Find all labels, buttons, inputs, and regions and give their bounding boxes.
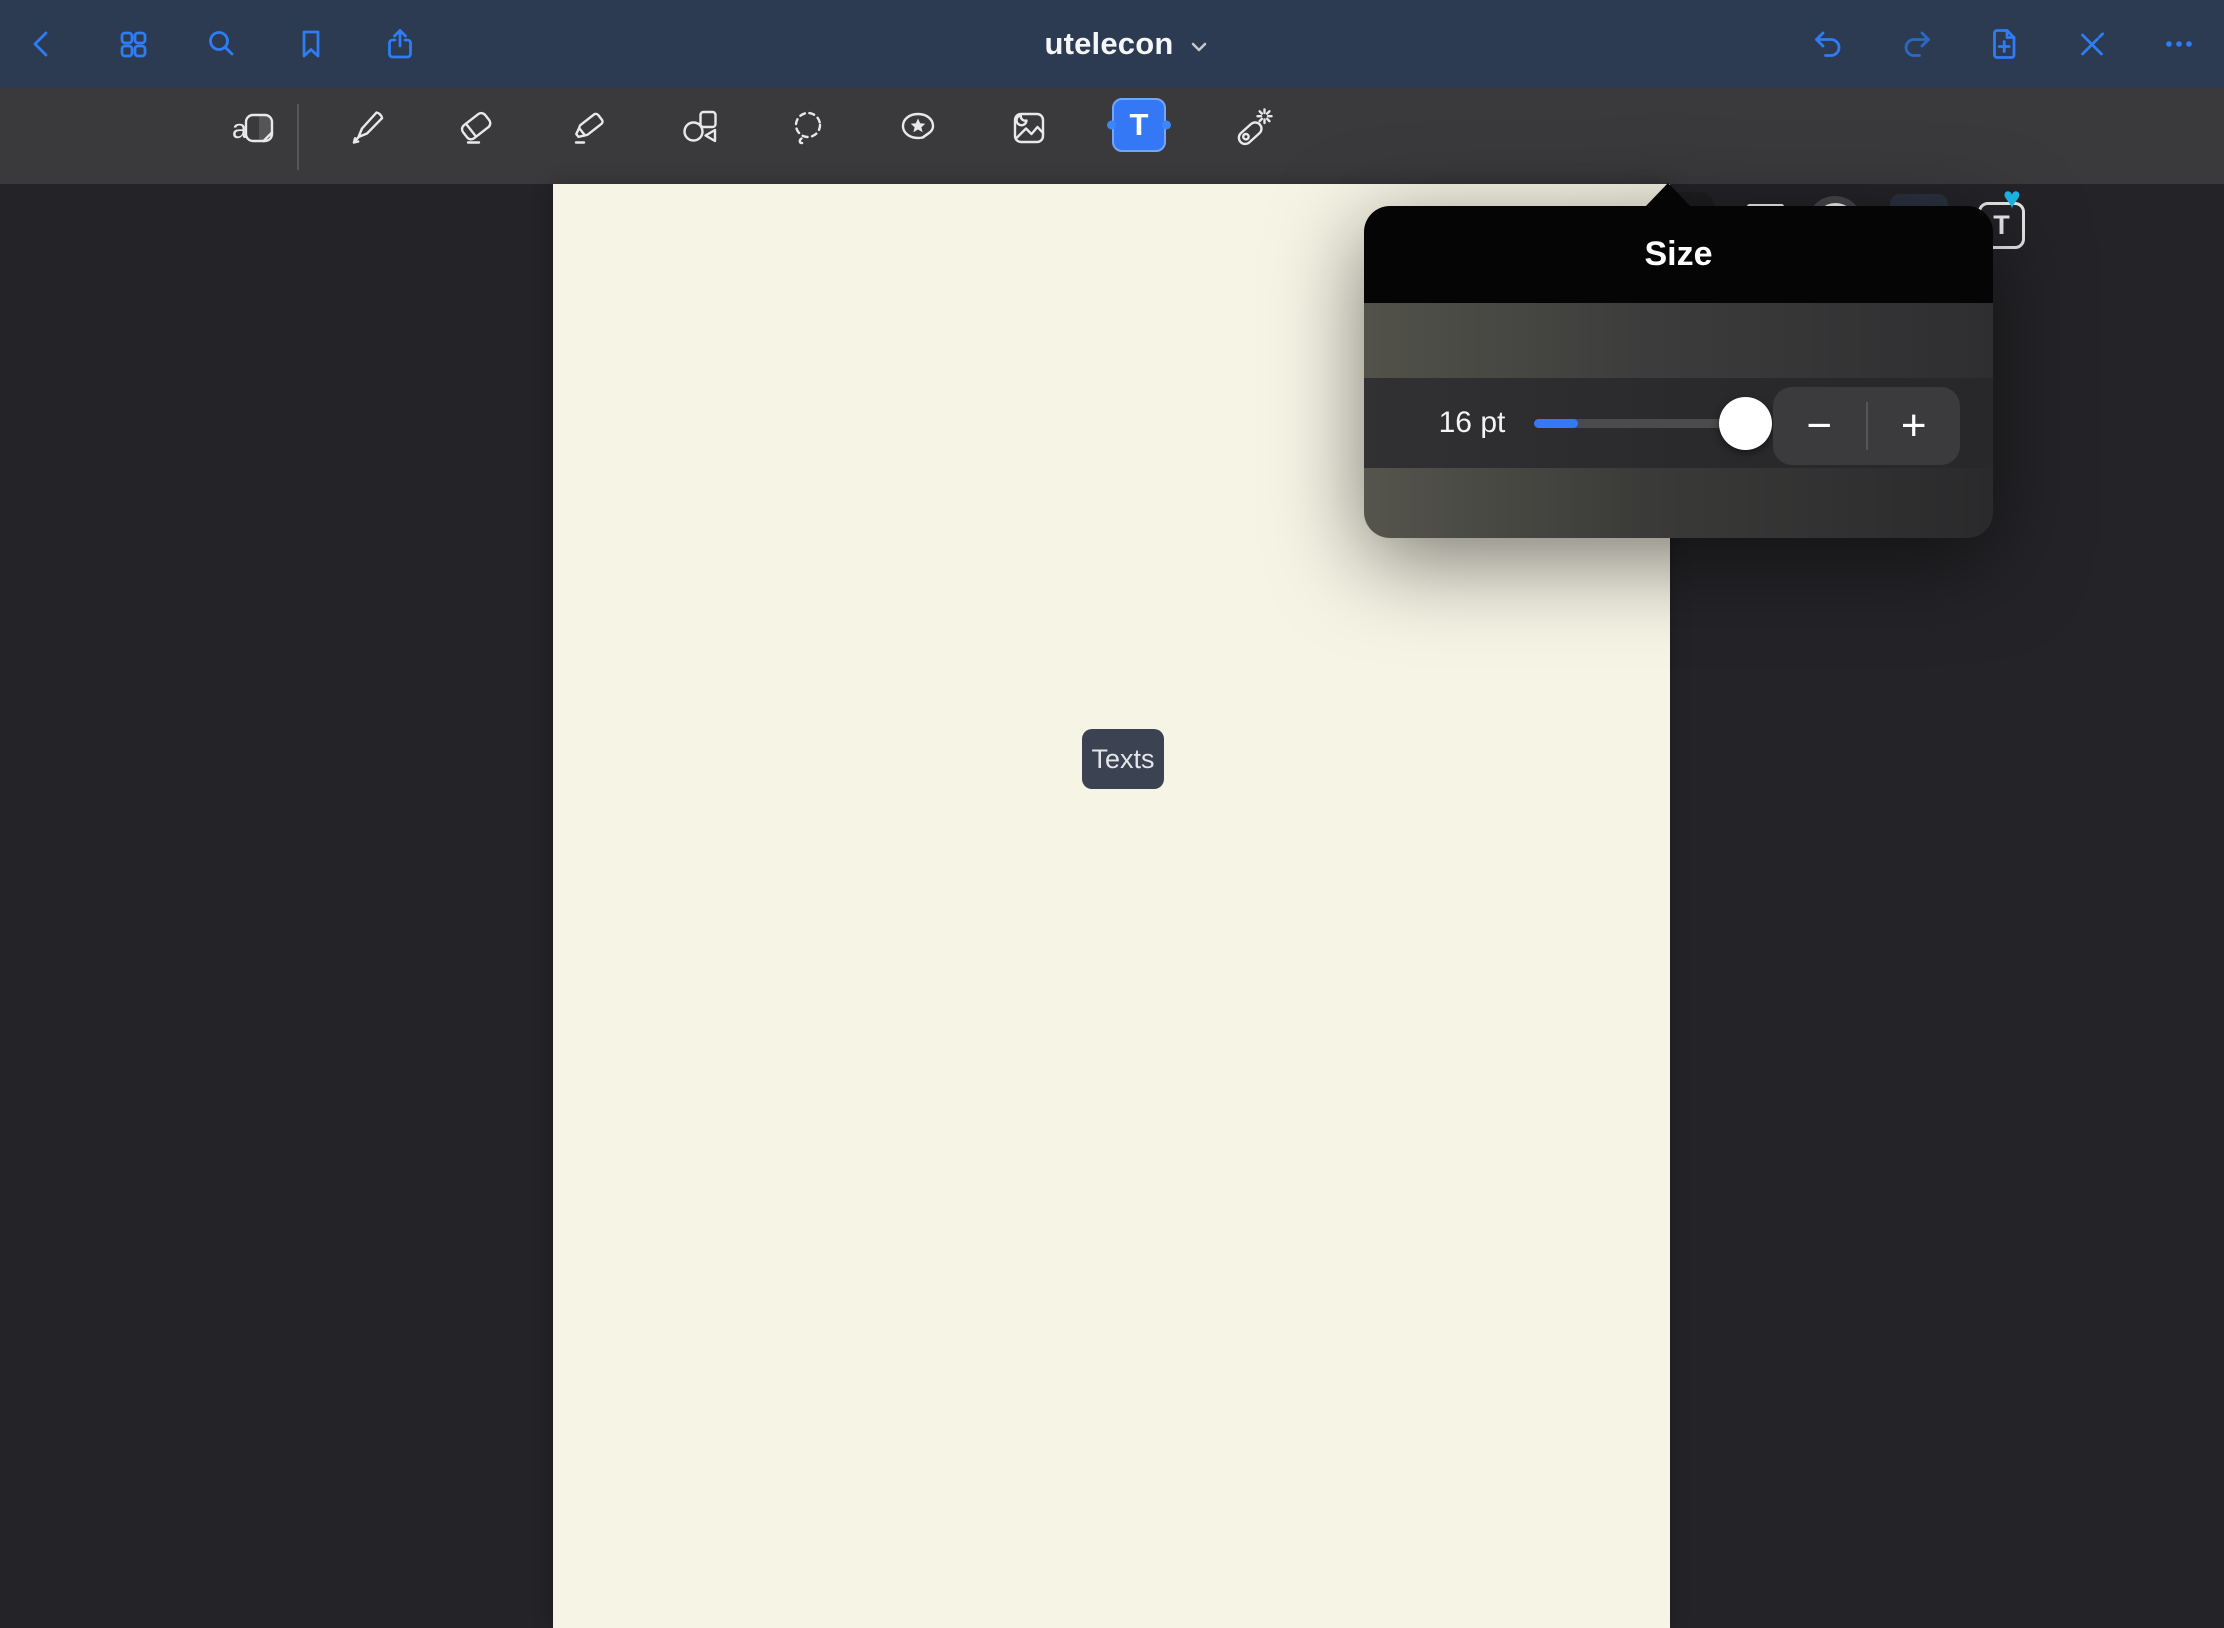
app-screen: utelecon bbox=[0, 0, 2224, 1628]
laser-pointer-tool[interactable] bbox=[1231, 106, 1275, 150]
toolbar-divider bbox=[297, 104, 299, 170]
size-stepper: − + bbox=[1773, 387, 1960, 465]
size-popover: Size 16 pt − + bbox=[1364, 183, 1993, 538]
text-tool-handle-right bbox=[1162, 121, 1171, 130]
popover-blur-band-top bbox=[1364, 303, 1993, 378]
tools-toolbar: a bbox=[0, 88, 2224, 184]
share-icon[interactable] bbox=[382, 26, 418, 62]
size-increase-button[interactable]: + bbox=[1868, 387, 1961, 465]
title-chevron-down-icon[interactable] bbox=[1188, 30, 1210, 58]
favorite-heart-icon: ♥ bbox=[2003, 184, 2021, 214]
zoom-window-letter: a bbox=[232, 114, 247, 145]
navbar: utelecon bbox=[0, 0, 2224, 88]
zoom-window-tool[interactable]: a bbox=[236, 106, 280, 150]
search-icon[interactable] bbox=[203, 26, 239, 62]
redo-icon[interactable] bbox=[1899, 26, 1935, 62]
size-slider[interactable] bbox=[1534, 378, 1737, 468]
text-object[interactable]: Texts bbox=[1082, 729, 1164, 789]
add-page-icon[interactable] bbox=[1986, 26, 2022, 62]
document-title-group: utelecon bbox=[0, 0, 2224, 88]
back-icon[interactable] bbox=[24, 26, 60, 62]
document-title[interactable]: utelecon bbox=[1014, 26, 1173, 62]
popover-blur-band-bottom bbox=[1364, 468, 1993, 538]
eraser-tool[interactable] bbox=[454, 106, 498, 150]
sticker-tool[interactable] bbox=[896, 106, 940, 150]
slider-thumb[interactable] bbox=[1719, 397, 1772, 450]
size-decrease-button[interactable]: − bbox=[1773, 387, 1866, 465]
popover-header: Size bbox=[1364, 206, 1993, 303]
shapes-tool[interactable] bbox=[678, 106, 722, 150]
slider-fill bbox=[1534, 419, 1578, 428]
more-options-icon[interactable] bbox=[2161, 26, 2197, 62]
size-control-row: 16 pt − + bbox=[1364, 378, 1993, 468]
image-tool[interactable] bbox=[1007, 106, 1051, 150]
highlighter-tool[interactable] bbox=[567, 106, 611, 150]
popover-arrow bbox=[1645, 183, 1691, 207]
pen-tool[interactable] bbox=[346, 106, 390, 150]
text-tool-letter: T bbox=[1130, 107, 1149, 143]
text-tool-handle-left bbox=[1107, 121, 1116, 130]
text-object-label: Texts bbox=[1091, 744, 1154, 775]
popover-title: Size bbox=[1644, 235, 1712, 274]
lasso-tool[interactable] bbox=[786, 106, 830, 150]
page-thumbnails-icon[interactable] bbox=[115, 26, 151, 62]
exit-edit-pencil-x-icon[interactable] bbox=[2074, 26, 2110, 62]
bookmark-icon[interactable] bbox=[293, 26, 329, 62]
undo-icon[interactable] bbox=[1810, 26, 1846, 62]
size-value-label: 16 pt bbox=[1422, 378, 1522, 468]
text-tool-selected[interactable]: T bbox=[1112, 98, 1166, 152]
